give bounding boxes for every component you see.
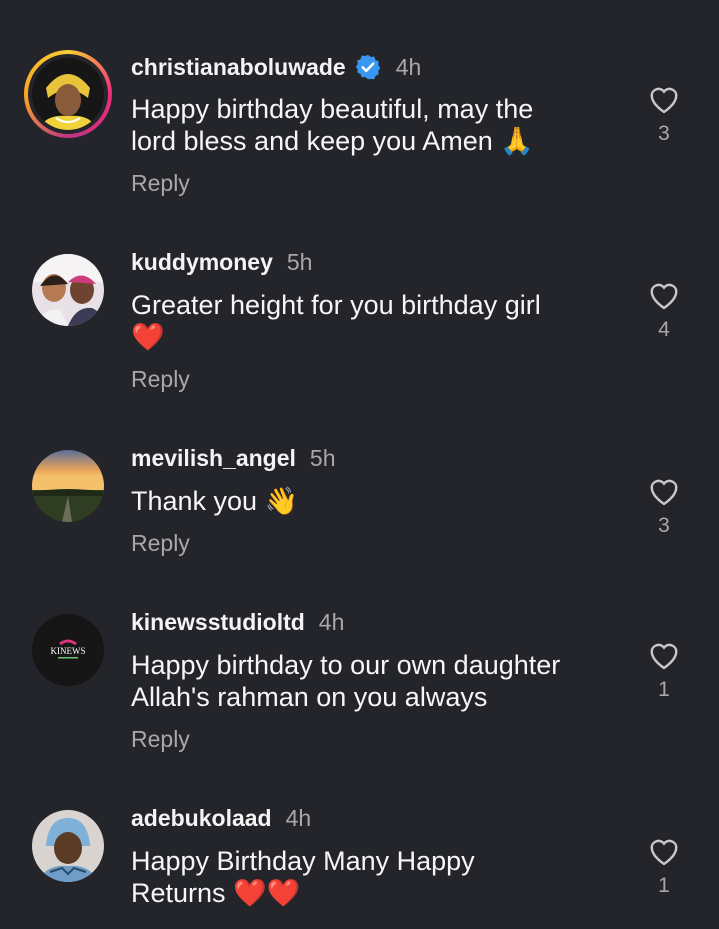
profile-photo-woman-yellow-headwrap-icon xyxy=(32,58,104,130)
kinews-logo-icon: KINEWS xyxy=(32,614,104,686)
like-control: 1 xyxy=(640,640,688,702)
verified-badge-icon xyxy=(355,54,380,80)
profile-photo-two-women-icon xyxy=(32,254,104,326)
heart-icon[interactable] xyxy=(647,84,681,114)
reply-button[interactable]: Reply xyxy=(131,170,190,197)
profile-photo-woman-headscarf-icon xyxy=(32,810,104,882)
comment-text: Happy birthday to our own daughter Allah… xyxy=(131,650,561,712)
comment-time: 5h xyxy=(286,249,313,275)
avatar[interactable] xyxy=(32,810,104,882)
comment-text: Happy birthday beautiful, may the lord b… xyxy=(131,94,534,156)
like-control: 3 xyxy=(640,84,688,146)
avatar[interactable]: KINEWS xyxy=(32,614,104,686)
comment-text: Thank you 👋 xyxy=(131,486,299,516)
comment-username[interactable]: kuddymoney xyxy=(131,249,273,276)
heart-icon[interactable] xyxy=(647,280,681,310)
comment-username[interactable]: mevilish_angel xyxy=(131,445,296,472)
comment-time: 4h xyxy=(395,53,422,80)
like-control: 4 xyxy=(640,280,688,342)
heart-icon[interactable] xyxy=(647,836,681,866)
comment-time: 4h xyxy=(318,609,345,635)
kinews-logo-text: KINEWS xyxy=(51,646,86,656)
comment-time: 4h xyxy=(285,805,312,831)
comment-time: 5h xyxy=(309,445,336,471)
like-control: 1 xyxy=(640,836,688,898)
heart-icon[interactable] xyxy=(647,640,681,670)
like-count: 1 xyxy=(658,678,670,701)
comment-text: Greater height for you birthday girl ❤️ xyxy=(131,290,541,352)
comments-list: christianaboluwade 4h Happy birthday bea… xyxy=(0,0,719,929)
reply-button[interactable]: Reply xyxy=(131,530,190,557)
like-control: 3 xyxy=(640,476,688,538)
profile-photo-sunset-field-icon xyxy=(32,450,104,522)
like-count: 3 xyxy=(658,514,670,537)
avatar[interactable] xyxy=(32,254,104,326)
comment-username[interactable]: adebukolaad xyxy=(131,805,272,832)
like-count: 1 xyxy=(658,874,670,897)
like-count: 4 xyxy=(658,318,670,341)
avatar[interactable] xyxy=(32,58,104,130)
avatar[interactable] xyxy=(32,450,104,522)
heart-icon[interactable] xyxy=(647,476,681,506)
comment-username[interactable]: kinewsstudioltd xyxy=(131,609,305,636)
reply-button[interactable]: Reply xyxy=(131,366,190,393)
like-count: 3 xyxy=(658,122,670,145)
comment-text: Happy Birthday Many Happy Returns ❤️❤️ xyxy=(131,846,475,908)
reply-button[interactable]: Reply xyxy=(131,726,190,753)
comment-username[interactable]: christianaboluwade xyxy=(131,54,346,81)
